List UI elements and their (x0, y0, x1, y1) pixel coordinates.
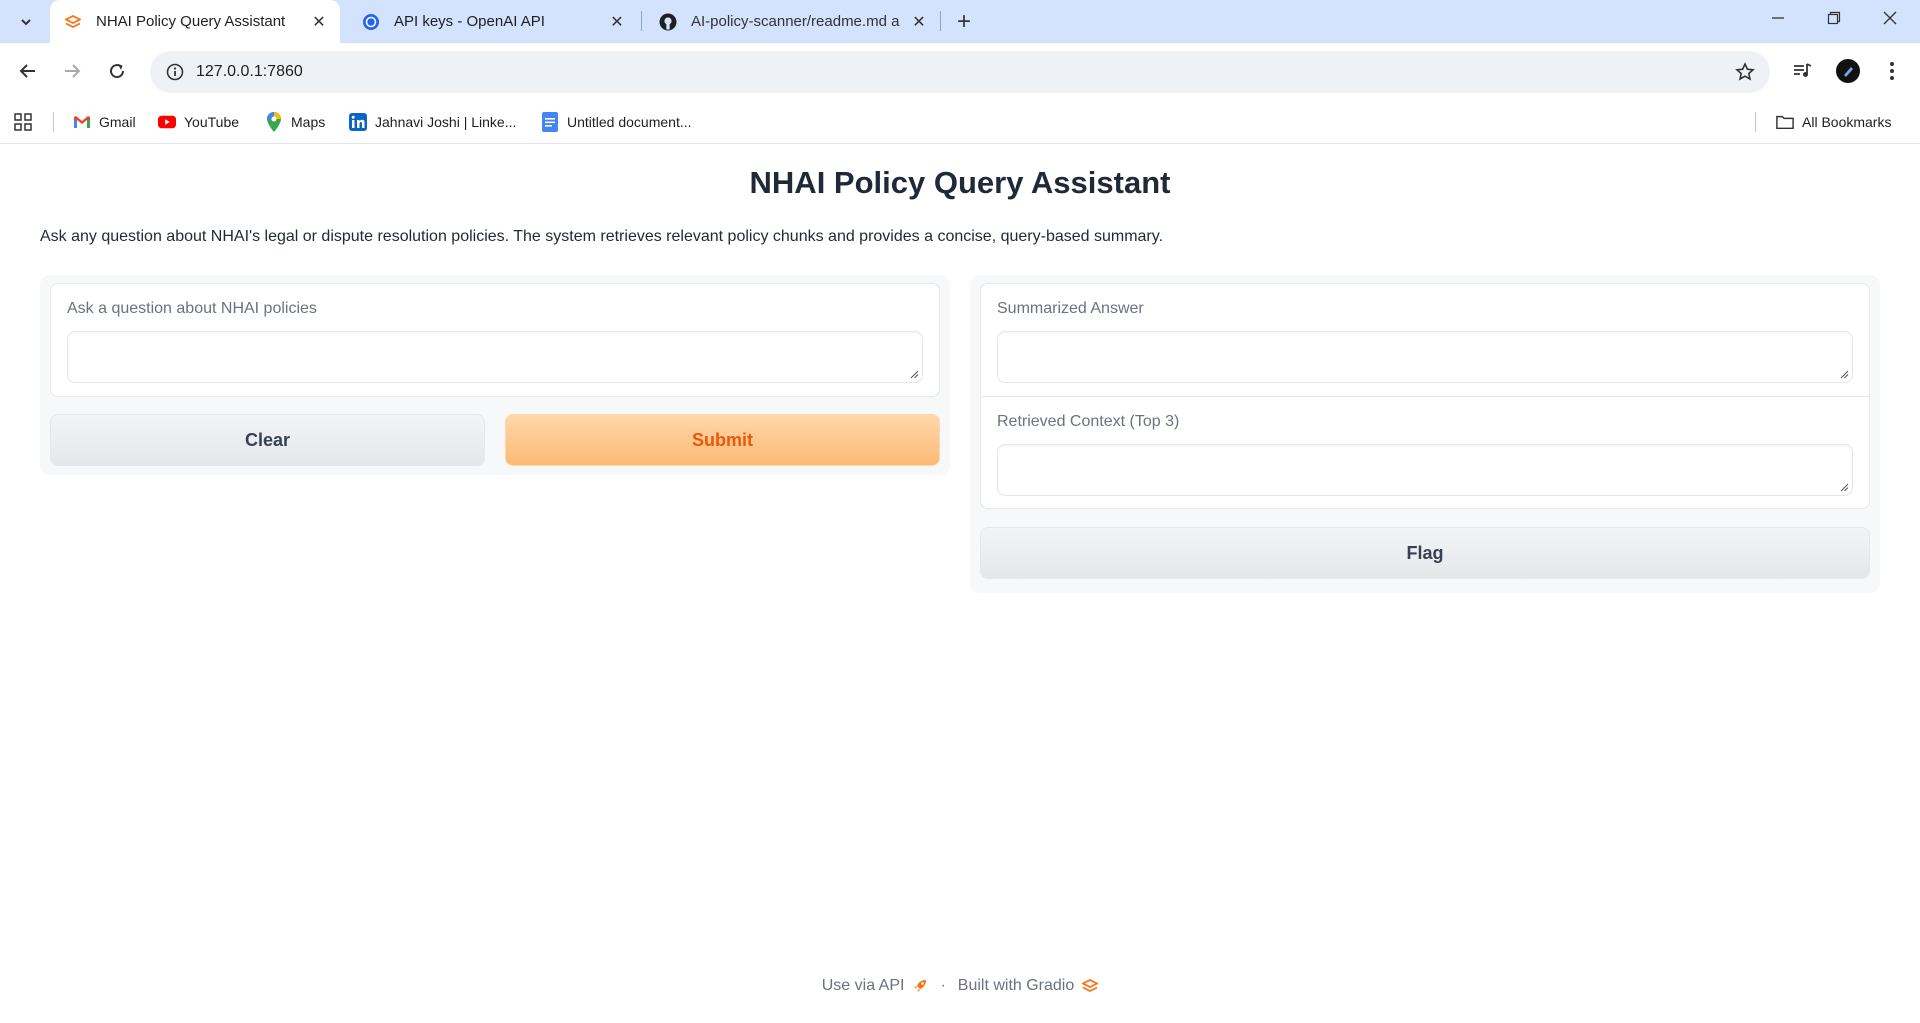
bookmark-label: YouTube (184, 114, 240, 130)
summary-output[interactable] (997, 331, 1853, 383)
bookmark-youtube[interactable]: YouTube (158, 109, 239, 135)
folder-icon (1776, 113, 1794, 131)
openai-icon (362, 13, 380, 31)
back-button[interactable] (10, 53, 46, 89)
all-bookmarks-button[interactable]: All Bookmarks (1776, 109, 1891, 135)
resize-handle-icon[interactable] (1840, 370, 1849, 379)
footer-separator: · (940, 977, 946, 994)
apps-grid-icon (14, 113, 32, 131)
all-bookmarks-label: All Bookmarks (1802, 114, 1892, 130)
bookmark-gmail[interactable]: Gmail (73, 109, 136, 135)
summary-label: Summarized Answer (997, 300, 1144, 317)
flag-button[interactable]: Flag (980, 527, 1870, 579)
kebab-menu-icon (1890, 62, 1894, 80)
close-window-button[interactable] (1862, 0, 1918, 36)
tab-separator (641, 11, 642, 31)
reload-button[interactable] (99, 53, 135, 89)
resize-handle-icon[interactable] (1840, 483, 1849, 492)
bookmark-label: Maps (291, 114, 326, 130)
reload-icon (110, 64, 125, 79)
browser-menu-button[interactable] (1874, 53, 1910, 89)
close-icon (1883, 11, 1897, 25)
question-label: Ask a question about NHAI policies (67, 300, 317, 317)
page-description: Ask any question about NHAI's legal or d… (40, 228, 1164, 245)
input-panel: Ask a question about NHAI policies Clear… (40, 275, 950, 475)
bookmark-maps[interactable]: Maps (265, 109, 325, 135)
context-label: Retrieved Context (Top 3) (997, 413, 1180, 430)
outputs-block: Summarized Answer Retrieved Context (Top… (980, 283, 1870, 509)
gradio-app: NHAI Policy Query Assistant Ask any ques… (0, 145, 1920, 1023)
docs-icon (541, 112, 559, 132)
output-panel: Summarized Answer Retrieved Context (Top… (970, 275, 1880, 593)
tab-nhai[interactable]: NHAI Policy Query Assistant ✕ (50, 0, 340, 43)
bookmark-linkedin[interactable]: Jahnavi Joshi | Linke... (349, 109, 516, 135)
gradio-logo-icon (1082, 979, 1099, 993)
chevron-down-icon (21, 19, 31, 26)
page-title: NHAI Policy Query Assistant (749, 165, 1171, 200)
media-control-button[interactable] (1784, 53, 1820, 89)
gmail-icon (73, 113, 91, 131)
address-bar[interactable]: 127.0.0.1:7860 (150, 51, 1770, 93)
arrow-right-icon (65, 64, 81, 78)
submit-button[interactable]: Submit (505, 414, 940, 466)
new-tab-button[interactable]: + (948, 6, 980, 38)
tab-title: AI-policy-scanner/readme.md a (691, 13, 900, 30)
footer: Use via API · Built with Gradio (0, 977, 1920, 995)
tab-title: API keys - OpenAI API (394, 13, 545, 30)
bookmark-separator (53, 112, 54, 132)
bookmarks-bar: Gmail YouTube Maps Jahnavi Joshi | Linke… (0, 100, 1920, 144)
browser-toolbar: 127.0.0.1:7860 (0, 43, 1920, 100)
minimize-icon (1772, 17, 1784, 19)
close-tab-icon[interactable]: ✕ (308, 11, 330, 33)
use-via-api-link[interactable]: Use via API (822, 977, 905, 995)
site-info-icon[interactable] (154, 51, 196, 93)
media-queue-icon (1794, 63, 1812, 77)
bookmark-separator (1755, 112, 1756, 132)
restore-button[interactable] (1806, 0, 1862, 36)
url-text: 127.0.0.1:7860 (196, 63, 303, 80)
resize-handle-icon[interactable] (910, 370, 919, 379)
tab-github[interactable]: AI-policy-scanner/readme.md a ✕ (645, 0, 940, 43)
bookmark-star-icon[interactable] (1734, 61, 1756, 83)
maps-icon (265, 112, 283, 132)
bookmark-label: Jahnavi Joshi | Linke... (375, 114, 517, 130)
close-tab-icon[interactable]: ✕ (908, 11, 930, 33)
forward-button[interactable] (54, 53, 90, 89)
gradio-icon (64, 13, 82, 31)
avatar-icon (1836, 59, 1860, 83)
built-with-gradio-link[interactable]: Built with Gradio (958, 977, 1075, 995)
linkedin-icon (349, 113, 367, 131)
context-output[interactable] (997, 444, 1853, 496)
clear-button[interactable]: Clear (50, 414, 485, 466)
profile-avatar[interactable] (1830, 53, 1866, 89)
bookmark-docs[interactable]: Untitled document... (541, 109, 692, 135)
restore-icon (1827, 11, 1841, 25)
bookmark-label: Untitled document... (567, 114, 692, 130)
tab-search-button[interactable] (10, 6, 42, 38)
bookmark-label: Gmail (99, 114, 136, 130)
github-icon (659, 13, 677, 31)
question-block: Ask a question about NHAI policies (50, 283, 940, 397)
close-tab-icon[interactable]: ✕ (606, 11, 628, 33)
rocket-icon (912, 978, 928, 994)
youtube-icon (158, 113, 176, 131)
tab-openai[interactable]: API keys - OpenAI API ✕ (348, 0, 638, 43)
tab-title: NHAI Policy Query Assistant (96, 13, 286, 30)
arrow-left-icon (19, 64, 35, 78)
block-divider (981, 396, 1869, 397)
tab-strip: NHAI Policy Query Assistant ✕ API keys -… (0, 0, 1920, 43)
apps-button[interactable] (14, 109, 32, 135)
minimize-button[interactable] (1750, 0, 1806, 36)
tab-separator (940, 11, 941, 31)
question-input[interactable] (67, 331, 923, 383)
